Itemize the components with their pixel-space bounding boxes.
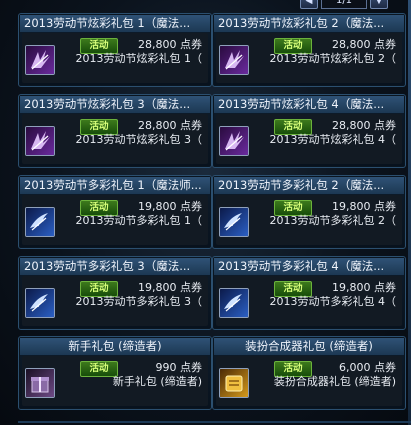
prev-page-button[interactable]: ◀ (300, 0, 318, 9)
item-card[interactable]: 2013劳动节炫彩礼包 4（魔法... 活动 28,800 点券 2013劳动节炫彩礼… (212, 94, 406, 168)
item-body: 活动 19,800 点券 2013劳动节多彩礼包 2（ (216, 195, 402, 245)
panel-bottom-edge (18, 421, 411, 423)
item-title: 2013劳动节炫彩礼包 2（魔法... (214, 15, 404, 32)
page-dropdown-button[interactable]: ▼ (370, 0, 388, 9)
item-card[interactable]: 2013劳动节多彩礼包 1（魔法师... 活动 19,800 点券 2013劳动节多彩… (18, 175, 212, 249)
item-body: 活动 6,000 点券 装扮合成器礼包 (缔造者) (216, 356, 402, 406)
item-title: 2013劳动节多彩礼包 2（魔法... (214, 177, 404, 194)
page-indicator: 1/1 (321, 0, 367, 9)
blue-wing-icon[interactable] (219, 288, 249, 318)
item-name: 2013劳动节炫彩礼包 1（ (75, 52, 203, 65)
purple-wing-icon[interactable] (25, 45, 55, 75)
item-body: 活动 19,800 点券 2013劳动节多彩礼包 3（ (22, 276, 208, 326)
item-title: 2013劳动节多彩礼包 4（魔法... (214, 258, 404, 275)
gold-box-icon[interactable] (219, 368, 249, 398)
pager: ◀ 1/1 ▼ (300, 0, 388, 9)
item-card[interactable]: 2013劳动节多彩礼包 4（魔法... 活动 19,800 点券 2013劳动节多彩礼… (212, 256, 406, 330)
item-card[interactable]: 2013劳动节炫彩礼包 2（魔法... 活动 28,800 点券 2013劳动节炫彩礼… (212, 13, 406, 87)
item-body: 活动 990 点券 新手礼包 (缔造者) (22, 356, 208, 406)
item-title: 新手礼包 (缔造者) (20, 338, 210, 355)
purple-wing-icon[interactable] (219, 126, 249, 156)
item-body: 活动 28,800 点券 2013劳动节炫彩礼包 3（ (22, 114, 208, 164)
item-title: 2013劳动节多彩礼包 1（魔法师... (20, 177, 210, 194)
gift-box-icon[interactable] (25, 368, 55, 398)
item-body: 活动 28,800 点券 2013劳动节炫彩礼包 1（ (22, 33, 208, 83)
item-name: 2013劳动节多彩礼包 3（ (75, 295, 203, 308)
item-name: 2013劳动节炫彩礼包 2（ (269, 52, 397, 65)
item-card[interactable]: 2013劳动节炫彩礼包 1（魔法... 活动 28,800 点券 2013劳动节炫彩礼… (18, 13, 212, 87)
item-card[interactable]: 新手礼包 (缔造者) 活动 990 点券 新手礼包 (缔造者) (18, 336, 212, 410)
item-body: 活动 19,800 点券 2013劳动节多彩礼包 1（ (22, 195, 208, 245)
item-name: 2013劳动节炫彩礼包 3（ (75, 133, 203, 146)
item-title: 2013劳动节炫彩礼包 4（魔法... (214, 96, 404, 113)
blue-wing-icon[interactable] (25, 288, 55, 318)
item-name: 装扮合成器礼包 (缔造者) (273, 375, 396, 388)
item-name: 新手礼包 (缔造者) (112, 375, 202, 388)
item-name: 2013劳动节多彩礼包 2（ (269, 214, 397, 227)
item-title: 2013劳动节炫彩礼包 1（魔法... (20, 15, 210, 32)
item-name: 2013劳动节炫彩礼包 4（ (269, 133, 397, 146)
item-body: 活动 28,800 点券 2013劳动节炫彩礼包 4（ (216, 114, 402, 164)
item-card[interactable]: 2013劳动节炫彩礼包 3（魔法... 活动 28,800 点券 2013劳动节炫彩礼… (18, 94, 212, 168)
blue-wing-icon[interactable] (25, 207, 55, 237)
purple-wing-icon[interactable] (219, 45, 249, 75)
item-card[interactable]: 2013劳动节多彩礼包 2（魔法... 活动 19,800 点券 2013劳动节多彩礼… (212, 175, 406, 249)
item-name: 2013劳动节多彩礼包 4（ (269, 295, 397, 308)
item-title: 2013劳动节炫彩礼包 3（魔法... (20, 96, 210, 113)
item-title: 2013劳动节多彩礼包 3（魔法... (20, 258, 210, 275)
item-body: 活动 19,800 点券 2013劳动节多彩礼包 4（ (216, 276, 402, 326)
item-body: 活动 28,800 点券 2013劳动节炫彩礼包 2（ (216, 33, 402, 83)
blue-wing-icon[interactable] (219, 207, 249, 237)
item-card[interactable]: 2013劳动节多彩礼包 3（魔法... 活动 19,800 点券 2013劳动节多彩礼… (18, 256, 212, 330)
item-name: 2013劳动节多彩礼包 1（ (75, 214, 203, 227)
item-title: 装扮合成器礼包 (缔造者) (214, 338, 404, 355)
item-card[interactable]: 装扮合成器礼包 (缔造者) 活动 6,000 点券 装扮合成器礼包 (缔造者) (212, 336, 406, 410)
purple-wing-icon[interactable] (25, 126, 55, 156)
